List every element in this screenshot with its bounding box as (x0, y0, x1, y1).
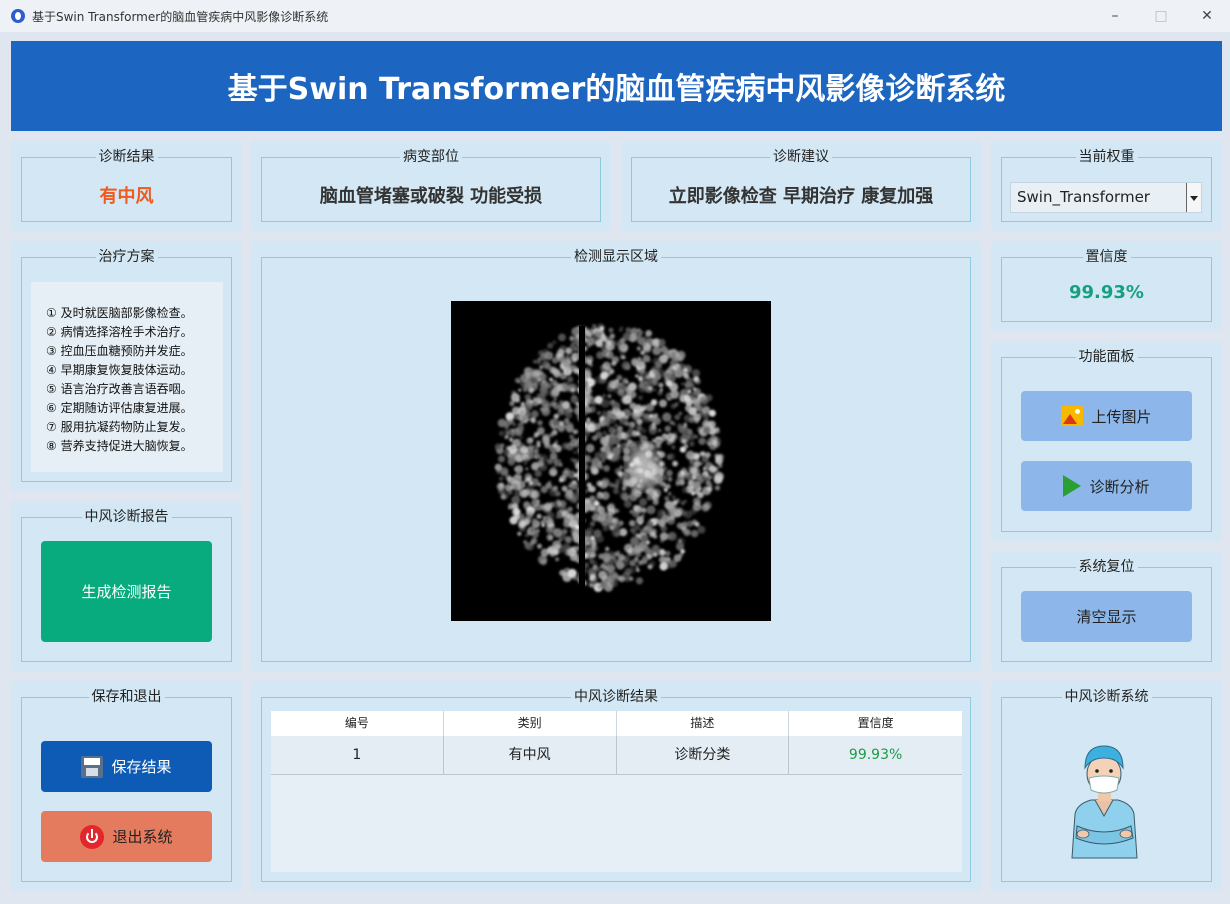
treatment-label: 治疗方案 (95, 249, 158, 265)
function-label: 功能面板 (1075, 349, 1138, 365)
reset-group: 系统复位 清空显示 (1001, 559, 1212, 662)
advice-label: 诊断建议 (770, 149, 832, 165)
generate-report-button[interactable]: 生成检测报告 (41, 541, 212, 642)
advice-group: 诊断建议 立即影像检查 早期治疗 康复加强 (631, 149, 971, 222)
list-item: ⑦ 服用抗凝药物防止复发。 (46, 420, 193, 434)
results-table[interactable]: 编号 类别 描述 置信度 1 有中风 诊断分类 99.93% (271, 711, 962, 872)
weights-group: 当前权重 Swin_Transformer (1001, 149, 1212, 222)
confidence-value: 99.93% (1069, 282, 1144, 303)
report-card: 中风诊断报告 生成检测报告 (11, 501, 242, 671)
reset-card: 系统复位 清空显示 (991, 551, 1222, 671)
analyze-label: 诊断分析 (1089, 477, 1150, 496)
results-card: 中风诊断结果 编号 类别 描述 置信度 1 有中风 诊断分类 99.93% (251, 681, 981, 891)
column-header: 类别 (444, 711, 617, 736)
save-exit-label: 保存和退出 (88, 689, 165, 705)
lesion-label: 病变部位 (400, 149, 462, 165)
doctor-illustration (1071, 745, 1138, 859)
table-cell: 有中风 (444, 736, 617, 774)
window-controls: – □ ✕ (1092, 0, 1230, 32)
play-icon (1063, 475, 1082, 497)
window-titlebar: 基于Swin Transformer的脑血管疾病中风影像诊断系统 – □ ✕ (0, 0, 1230, 32)
column-header: 编号 (271, 711, 444, 736)
list-item: ① 及时就医脑部影像检查。 (46, 306, 193, 320)
list-item: ④ 早期康复恢复肢体运动。 (46, 363, 193, 377)
results-group: 中风诊断结果 编号 类别 描述 置信度 1 有中风 诊断分类 99.93% (261, 689, 971, 882)
maximize-icon: □ (1154, 8, 1168, 24)
generate-report-label: 生成检测报告 (81, 583, 172, 601)
advice-value: 立即影像检查 早期治疗 康复加强 (668, 186, 934, 207)
diagnosis-group: 诊断结果 有中风 (21, 149, 232, 222)
close-icon[interactable]: ✕ (1184, 0, 1230, 32)
table-cell: 1 (271, 736, 444, 774)
function-group: 功能面板 上传图片 诊断分析 (1001, 349, 1212, 532)
weights-selected-value: Swin_Transformer (1017, 188, 1150, 206)
upload-label: 上传图片 (1091, 407, 1152, 426)
list-item: ⑥ 定期随访评估康复进展。 (46, 401, 193, 415)
column-header: 置信度 (857, 716, 894, 730)
table-cell: 99.93% (848, 747, 903, 763)
clear-display-button[interactable]: 清空显示 (1021, 591, 1192, 642)
lesion-card: 病变部位 脑血管堵塞或破裂 功能受损 (251, 141, 611, 231)
image-icon (1061, 406, 1084, 426)
treatment-card: 治疗方案 ① 及时就医脑部影像检查。 ② 病情选择溶栓手术治疗。 ③ 控血压血糖… (11, 241, 242, 491)
mascot-group: 中风诊断系统 (1001, 689, 1212, 882)
detection-card: 检测显示区域 (251, 241, 981, 671)
floppy-disk-icon (81, 755, 104, 778)
list-item: ② 病情选择溶栓手术治疗。 (46, 325, 193, 339)
exit-label: 退出系统 (112, 828, 173, 846)
weights-select[interactable]: Swin_Transformer (1010, 182, 1202, 213)
results-label: 中风诊断结果 (571, 689, 661, 705)
page-title: 基于Swin Transformer的脑血管疾病中风影像诊断系统 (227, 72, 1006, 107)
lesion-group: 病变部位 脑血管堵塞或破裂 功能受损 (261, 149, 601, 222)
reset-label: 系统复位 (1075, 559, 1138, 575)
table-cell: 诊断分类 (617, 736, 790, 774)
upload-image-button[interactable]: 上传图片 (1021, 391, 1192, 441)
save-exit-group: 保存和退出 保存结果 退出系统 (21, 689, 232, 882)
confidence-card: 置信度 99.93% (991, 241, 1222, 331)
minimize-icon[interactable]: – (1092, 0, 1138, 32)
save-results-button[interactable]: 保存结果 (41, 741, 212, 792)
table-row[interactable]: 1 有中风 诊断分类 99.93% (271, 736, 962, 775)
report-group: 中风诊断报告 生成检测报告 (21, 509, 232, 662)
save-label: 保存结果 (111, 758, 172, 776)
brain-scan-image (451, 301, 771, 621)
chevron-down-icon[interactable] (1186, 183, 1201, 212)
table-header: 编号 类别 描述 置信度 (271, 711, 962, 736)
weights-label: 当前权重 (1075, 149, 1138, 165)
clear-label: 清空显示 (1076, 608, 1137, 626)
power-icon (80, 824, 105, 849)
detection-label: 检测显示区域 (571, 249, 661, 265)
list-item: ③ 控血压血糖预防并发症。 (46, 344, 193, 358)
app-icon (11, 9, 25, 23)
advice-card: 诊断建议 立即影像检查 早期治疗 康复加强 (621, 141, 981, 231)
exit-system-button[interactable]: 退出系统 (41, 811, 212, 862)
lesion-value: 脑血管堵塞或破裂 功能受损 (319, 186, 543, 207)
treatment-list: ① 及时就医脑部影像检查。 ② 病情选择溶栓手术治疗。 ③ 控血压血糖预防并发症… (31, 282, 223, 472)
mascot-card: 中风诊断系统 (991, 681, 1222, 891)
confidence-label: 置信度 (1082, 249, 1131, 265)
diagnosis-label: 诊断结果 (95, 149, 158, 165)
mascot-label: 中风诊断系统 (1061, 689, 1152, 705)
report-label: 中风诊断报告 (81, 509, 172, 525)
column-header: 描述 (617, 711, 790, 736)
treatment-group: 治疗方案 ① 及时就医脑部影像检查。 ② 病情选择溶栓手术治疗。 ③ 控血压血糖… (21, 249, 232, 482)
list-item: ⑤ 语言治疗改善言语吞咽。 (46, 382, 193, 396)
weights-card: 当前权重 Swin_Transformer (991, 141, 1222, 231)
analyze-button[interactable]: 诊断分析 (1021, 461, 1192, 511)
save-exit-card: 保存和退出 保存结果 退出系统 (11, 681, 242, 891)
diagnosis-card: 诊断结果 有中风 (11, 141, 242, 231)
header-banner: 基于Swin Transformer的脑血管疾病中风影像诊断系统 (11, 41, 1222, 131)
diagnosis-value: 有中风 (99, 186, 154, 207)
confidence-group: 置信度 99.93% (1001, 249, 1212, 322)
detection-group: 检测显示区域 (261, 249, 971, 662)
window-title: 基于Swin Transformer的脑血管疾病中风影像诊断系统 (32, 9, 329, 24)
function-card: 功能面板 上传图片 诊断分析 (991, 341, 1222, 541)
list-item: ⑧ 营养支持促进大脑恢复。 (46, 439, 193, 453)
